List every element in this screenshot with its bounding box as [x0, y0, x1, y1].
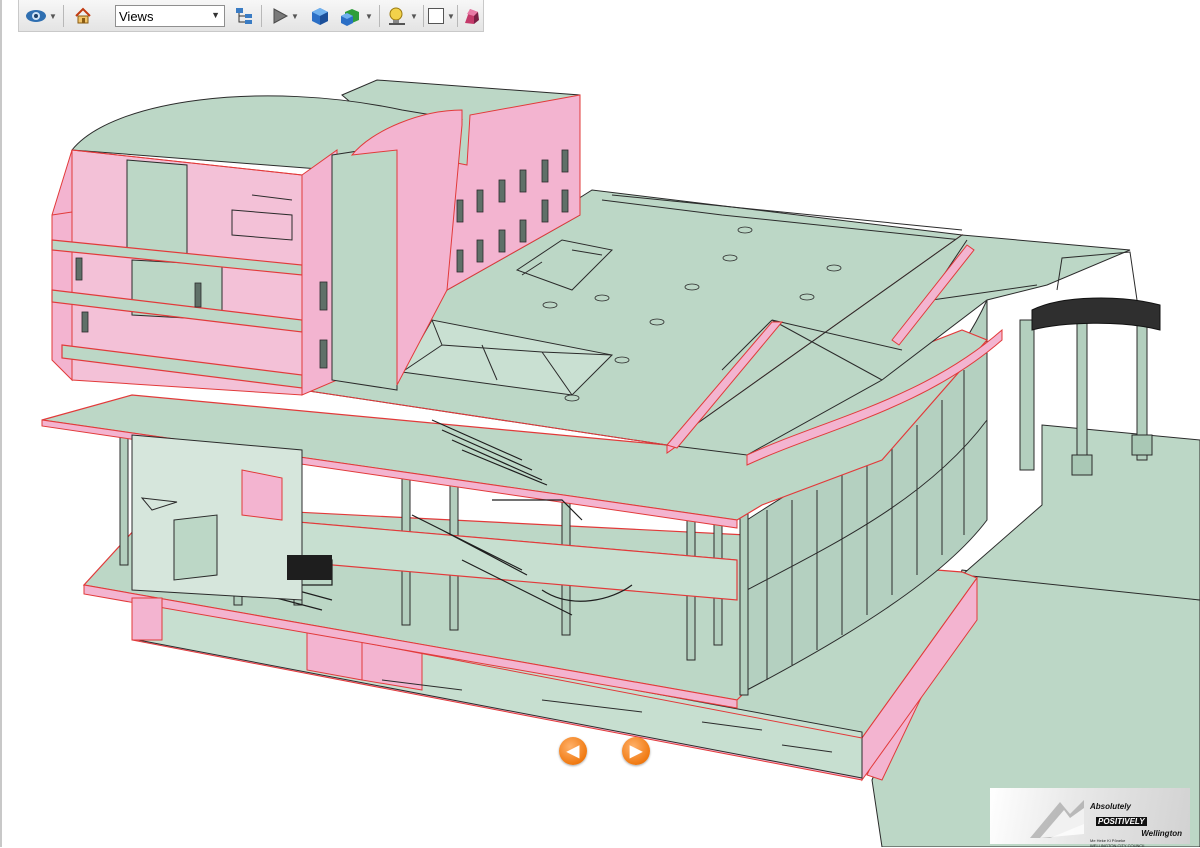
- views-dropdown-label: Views: [119, 8, 154, 24]
- multi-cube-icon: [341, 9, 360, 26]
- section-icon: [465, 9, 479, 24]
- chevron-down-icon: ▼: [410, 11, 418, 21]
- home-button[interactable]: [71, 3, 95, 29]
- column-base: [1071, 454, 1093, 476]
- lower-wall-pink: [241, 469, 283, 521]
- round-balcony: [1031, 297, 1161, 331]
- navigation-mode-icon: [26, 10, 47, 22]
- section-button[interactable]: [461, 3, 483, 29]
- model-viewport[interactable]: .g { fill:#bcd7c6; stroke:#2b2b2b; strok…: [2, 32, 1200, 847]
- front-wall-pink: [131, 597, 163, 641]
- background-color-icon: [428, 8, 445, 24]
- logo-mark-icon: [1030, 800, 1084, 838]
- chevron-down-icon: ▼: [365, 11, 373, 21]
- views-dropdown[interactable]: Views ▼: [115, 5, 225, 27]
- lighting-button[interactable]: ▼: [383, 3, 421, 29]
- logo-text: Absolutely POSITIVELY Wellington Me Heke…: [1090, 802, 1182, 848]
- model-tree-icon: [236, 8, 252, 24]
- chevron-down-icon: ▼: [211, 10, 220, 20]
- toolbar-separator: [423, 5, 424, 27]
- chevron-down-icon: ▼: [447, 11, 455, 21]
- cube-view-button[interactable]: [307, 3, 333, 29]
- stair-landing: [287, 555, 332, 580]
- logo-line3: Wellington: [1141, 829, 1182, 838]
- arrow-left-icon: ◀: [566, 743, 580, 760]
- toolbar-separator: [457, 5, 458, 27]
- home-icon: [75, 7, 91, 24]
- background-color-button[interactable]: ▼: [427, 3, 455, 29]
- stair-core: [331, 144, 398, 391]
- toolbar-separator: [63, 5, 64, 27]
- multi-cube-button[interactable]: ▼: [337, 3, 375, 29]
- toolbar-separator: [379, 5, 380, 27]
- logo-sub2: WELLINGTON CITY COUNCIL: [1090, 843, 1146, 848]
- lighting-icon: [389, 7, 406, 25]
- interior-room: [126, 159, 188, 256]
- chevron-down-icon: ▼: [49, 11, 57, 21]
- arrow-right-icon: ▶: [629, 743, 643, 760]
- lower-block: [173, 514, 218, 581]
- model-tree-button[interactable]: [231, 3, 257, 29]
- logo-line2: POSITIVELY: [1096, 817, 1147, 826]
- logo-line1: Absolutely: [1090, 802, 1131, 811]
- column-base: [1131, 434, 1153, 456]
- navigation-mode-button[interactable]: ▼: [23, 3, 59, 29]
- building-model[interactable]: .g { fill:#bcd7c6; stroke:#2b2b2b; strok…: [2, 32, 1200, 847]
- next-view-button[interactable]: ▶: [622, 737, 650, 765]
- previous-view-button[interactable]: ◀: [559, 737, 587, 765]
- viewer-toolbar: ▼ Views ▼ ▼ ▼ ▼ ▼: [18, 0, 484, 32]
- toolbar-separator: [261, 5, 262, 27]
- play-icon: [273, 8, 289, 24]
- chevron-down-icon: ▼: [291, 11, 299, 21]
- play-button[interactable]: ▼: [267, 3, 303, 29]
- cube-icon: [312, 8, 328, 25]
- council-logo: Absolutely POSITIVELY Wellington Me Heke…: [990, 788, 1190, 848]
